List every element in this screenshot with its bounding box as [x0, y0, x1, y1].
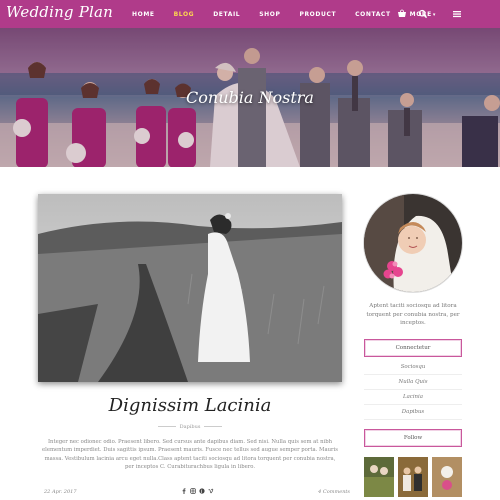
instagram-feed-grid	[364, 457, 462, 497]
post-date: 22 Apr. 2017	[44, 489, 77, 495]
pinterest-icon[interactable]	[199, 488, 205, 494]
menu-item-home[interactable]: HOME	[132, 11, 155, 18]
author-about-text: Aptent taciti sociosqu ad litora torquen…	[366, 303, 460, 326]
vimeo-icon[interactable]	[208, 488, 214, 494]
flower-girl-photo	[364, 194, 462, 292]
sidebar-item-lacinia[interactable]: Lacinia	[364, 390, 462, 405]
sidebar-category-list: Sociosqu Nulla Quis Lacinia Dapibus	[364, 360, 462, 420]
connect-button[interactable]: Connectetur	[364, 339, 462, 357]
feed-thumbnail[interactable]	[364, 457, 394, 497]
menu-item-product[interactable]: PRODUCT	[299, 11, 336, 18]
post-featured-image[interactable]	[38, 194, 342, 382]
post-category[interactable]: Dapibus	[38, 424, 342, 430]
menu-item-contact[interactable]: CONTACT	[355, 11, 391, 18]
menu-item-blog[interactable]: BLOG	[174, 11, 195, 18]
shopping-cart-icon[interactable]	[397, 9, 407, 19]
menu-item-detail[interactable]: DETAIL	[213, 11, 240, 18]
instagram-icon[interactable]	[190, 488, 196, 494]
follow-button[interactable]: Follow	[364, 429, 462, 447]
facebook-icon[interactable]	[181, 488, 187, 494]
hero-title: Conubia Nostra	[186, 88, 314, 107]
bride-in-field-photo	[38, 194, 342, 382]
hero-banner: Conubia Nostra	[0, 28, 500, 167]
chevron-down-icon: ▾	[432, 11, 436, 18]
post-share-icons	[181, 488, 214, 494]
menu-item-shop[interactable]: SHOP	[259, 11, 280, 18]
feed-thumbnail[interactable]	[398, 457, 428, 497]
site-logo[interactable]: Wedding Plan	[6, 3, 113, 21]
sidebar-item-nulla-quis[interactable]: Nulla Quis	[364, 375, 462, 390]
post-excerpt: Integer nec odionec odio. Praesent liber…	[42, 439, 338, 471]
feed-thumbnail[interactable]	[432, 457, 462, 497]
sidebar-item-dapibus[interactable]: Dapibus	[364, 405, 462, 420]
menu-icon[interactable]	[452, 9, 462, 19]
sidebar-item-sociosqu[interactable]: Sociosqu	[364, 360, 462, 375]
top-navigation: Wedding Plan HOME BLOG DETAIL SHOP PRODU…	[0, 0, 500, 28]
author-avatar	[364, 194, 462, 292]
search-icon[interactable]	[418, 9, 428, 19]
post-comments-link[interactable]: 4 Comments	[318, 489, 350, 495]
post-title[interactable]: Dignissim Lacinia	[38, 395, 342, 416]
